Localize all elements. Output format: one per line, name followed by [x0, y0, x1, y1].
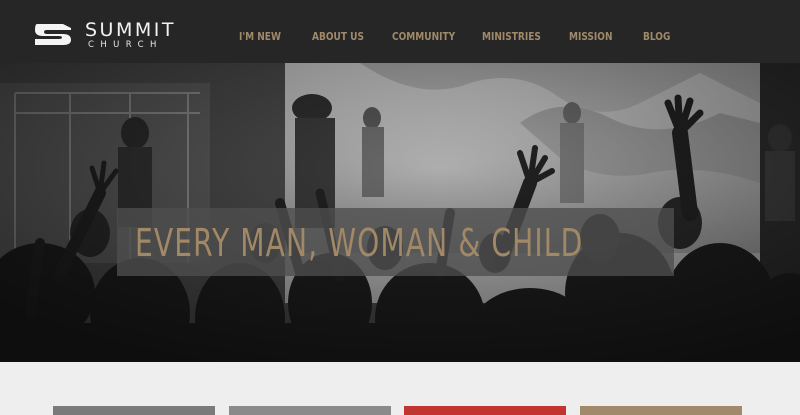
main-nav: I'M NEW ABOUT US COMMUNITY MINISTRIES MI… — [0, 30, 800, 46]
feature-card[interactable] — [404, 406, 566, 415]
content-section — [0, 362, 800, 415]
hero-tagline: EVERY MAN, WOMAN & CHILD — [135, 221, 584, 265]
nav-item-ministries[interactable]: MINISTRIES — [482, 30, 541, 43]
nav-item-about-us[interactable]: ABOUT US — [312, 30, 364, 43]
feature-card[interactable] — [53, 406, 215, 415]
hero-banner: EVERY MAN, WOMAN & CHILD — [0, 63, 800, 362]
nav-item-mission[interactable]: MISSION — [569, 30, 612, 43]
nav-item-im-new[interactable]: I'M NEW — [239, 30, 281, 43]
site-header: SUMMIT CHURCH I'M NEW ABOUT US COMMUNITY… — [0, 0, 800, 63]
nav-item-community[interactable]: COMMUNITY — [392, 30, 455, 43]
feature-card[interactable] — [580, 406, 742, 415]
nav-item-blog[interactable]: BLOG — [643, 30, 670, 43]
feature-card[interactable] — [229, 406, 391, 415]
